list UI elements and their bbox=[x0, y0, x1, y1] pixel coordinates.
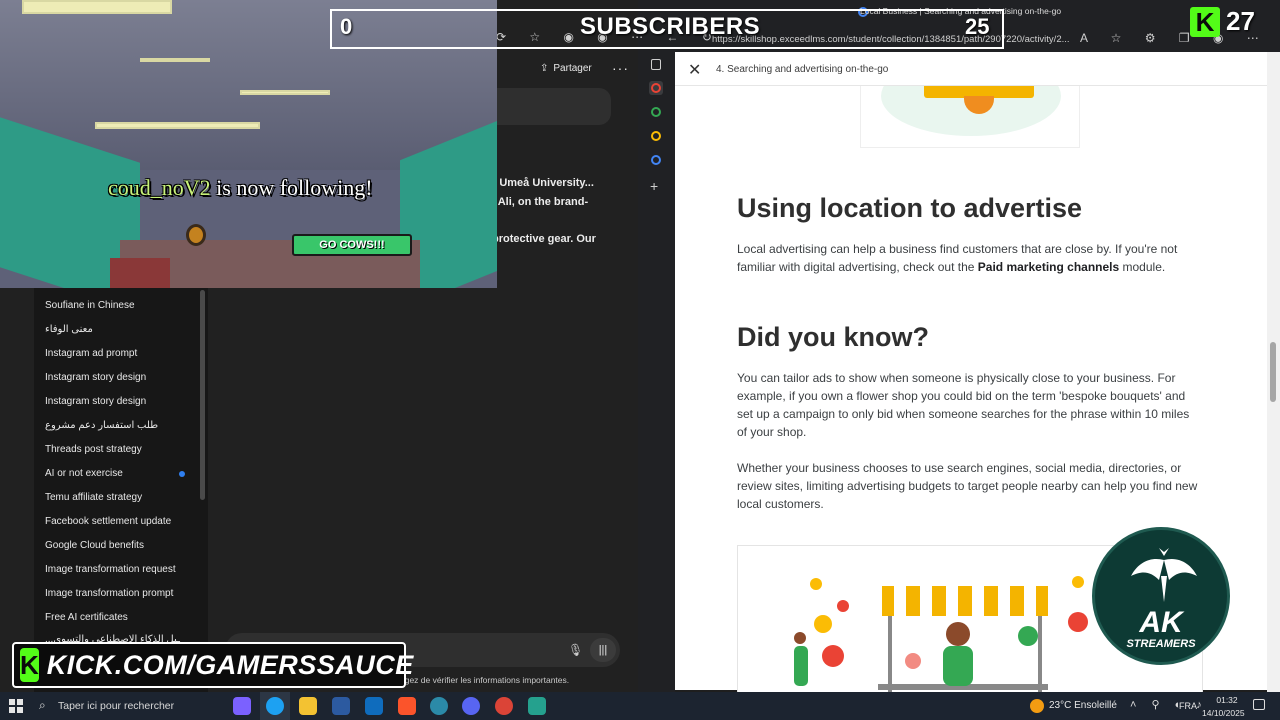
chrome-icon[interactable] bbox=[495, 697, 513, 715]
sidebar-chat-item[interactable]: Image transformation prompt bbox=[45, 588, 173, 599]
ak-streamers-logo: AK STREAMERS bbox=[1092, 527, 1230, 665]
brave-icon[interactable] bbox=[398, 697, 416, 715]
vertical-tabs-panel bbox=[638, 52, 675, 692]
follower-name: coud_noV2 bbox=[108, 175, 211, 200]
store-icon[interactable] bbox=[332, 697, 350, 715]
message-line: r Umeå University... bbox=[492, 177, 594, 189]
search-icon[interactable]: ⌕ bbox=[39, 698, 46, 713]
kick-logo-icon: K bbox=[1190, 6, 1220, 37]
language-indicator[interactable]: FRA bbox=[1179, 701, 1197, 711]
kick-viewer-counter: K 27 bbox=[1190, 6, 1255, 37]
sidebar-chat-item[interactable]: معنى الوفاء bbox=[45, 324, 93, 335]
sidebar-chat-item[interactable]: AI or not exercise bbox=[45, 468, 123, 479]
section-paragraph: You can tailor ads to show when someone … bbox=[737, 371, 1190, 439]
scrollbar-thumb[interactable] bbox=[1270, 342, 1276, 402]
subscriber-goal: 25 bbox=[965, 14, 990, 39]
subscriber-count: 0 bbox=[340, 14, 353, 39]
share-button[interactable]: ⇪ Partager bbox=[540, 63, 592, 74]
section-paragraph: Local advertising can help a business fi… bbox=[737, 242, 1178, 274]
section-heading: Using location to advertise bbox=[737, 193, 1083, 223]
follow-alert-text: is now following! bbox=[210, 175, 373, 200]
close-icon[interactable]: ✕ bbox=[688, 60, 701, 80]
lesson-title: 4. Searching and advertising on-the-go bbox=[716, 64, 889, 75]
kick-channel-banner: K KICK.COM/GAMERSSAUCE bbox=[12, 642, 413, 688]
sidebar-chat-item[interactable]: Instagram story design bbox=[45, 396, 146, 407]
disclaimer-text: agez de vérifier les informations import… bbox=[400, 675, 570, 685]
subscriber-label: SUBSCRIBERS bbox=[580, 13, 761, 40]
google-tab-icon[interactable] bbox=[649, 81, 663, 95]
google-tab-icon[interactable] bbox=[649, 129, 663, 143]
app-icon[interactable] bbox=[430, 697, 448, 715]
sidebar-chat-item[interactable]: Free AI certificates bbox=[45, 612, 128, 623]
notification-illustration bbox=[860, 86, 1080, 148]
kick-count: 27 bbox=[1226, 6, 1255, 36]
page-scrollbar[interactable] bbox=[1267, 52, 1280, 692]
discord-icon[interactable] bbox=[462, 697, 480, 715]
clock-date[interactable]: 14/10/2025 bbox=[1202, 708, 1245, 718]
new-tab-plus-icon[interactable]: + bbox=[650, 178, 658, 194]
clock-icon bbox=[186, 224, 206, 246]
logo-subtext: STREAMERS bbox=[1126, 638, 1196, 650]
follow-alert: coud_noV2 is now following! bbox=[108, 175, 373, 201]
cows-banner: GO COWS!!! bbox=[292, 234, 412, 256]
message-bubble bbox=[497, 88, 611, 125]
file-explorer-icon[interactable] bbox=[299, 697, 317, 715]
unread-indicator bbox=[179, 471, 185, 477]
microphone-icon[interactable]: 🎙 bbox=[568, 643, 583, 657]
copilot-icon[interactable] bbox=[233, 697, 251, 715]
kick-channel-url: KICK.COM/GAMERSSAUCE bbox=[46, 649, 414, 680]
logo-text: AK bbox=[1139, 606, 1183, 639]
sidebar-scrollbar[interactable] bbox=[200, 290, 205, 500]
sidebar-chat-item[interactable]: Google Cloud benefits bbox=[45, 540, 144, 551]
sidebar-chat-item[interactable]: Temu affiliate strategy bbox=[45, 492, 142, 503]
chat-history-sidebar: Soufiane in Chinese معنى الوفاء Instagra… bbox=[34, 288, 208, 692]
share-label: Partager bbox=[553, 63, 592, 74]
app-icon[interactable] bbox=[528, 697, 546, 715]
clock-time[interactable]: 01:32 bbox=[1212, 695, 1242, 705]
weather-text[interactable]: 23°C Ensoleillé bbox=[1049, 700, 1117, 711]
section-paragraph: Whether your business chooses to use sea… bbox=[737, 461, 1198, 511]
weather-sun-icon bbox=[1030, 699, 1044, 713]
kick-logo-icon: K bbox=[20, 648, 39, 682]
windows-start-icon[interactable] bbox=[9, 699, 23, 713]
phoenix-wings-icon bbox=[1131, 548, 1197, 602]
google-tab-icon[interactable] bbox=[649, 105, 663, 119]
edge-icon[interactable] bbox=[266, 697, 284, 715]
sidebar-chat-item[interactable]: Instagram story design bbox=[45, 372, 146, 383]
message-line: protective gear. Our bbox=[492, 233, 596, 245]
tab-panel-icon[interactable] bbox=[651, 59, 661, 70]
sidebar-chat-item[interactable]: Threads post strategy bbox=[45, 444, 142, 455]
message-line: , Ali, on the brand- bbox=[492, 196, 589, 208]
section-heading: Did you know? bbox=[737, 322, 929, 352]
share-icon: ⇪ bbox=[540, 63, 549, 74]
outlook-icon[interactable] bbox=[365, 697, 383, 715]
more-options-button[interactable]: ··· bbox=[612, 60, 629, 76]
taskbar-search[interactable]: Taper ici pour rechercher bbox=[58, 700, 174, 712]
google-tab-icon[interactable] bbox=[649, 153, 663, 167]
sidebar-chat-item[interactable]: طلب استفسار دعم مشروع bbox=[45, 420, 158, 431]
paid-marketing-link[interactable]: Paid marketing channels bbox=[978, 260, 1119, 274]
sidebar-chat-item[interactable]: Instagram ad prompt bbox=[45, 348, 137, 359]
notifications-icon[interactable] bbox=[1253, 699, 1265, 710]
sidebar-chat-item[interactable]: Soufiane in Chinese bbox=[45, 300, 135, 311]
sidebar-chat-item[interactable]: Image transformation request bbox=[45, 564, 176, 575]
voice-mode-button[interactable]: ||| bbox=[590, 638, 616, 662]
sidebar-chat-item[interactable]: Facebook settlement update bbox=[45, 516, 171, 527]
